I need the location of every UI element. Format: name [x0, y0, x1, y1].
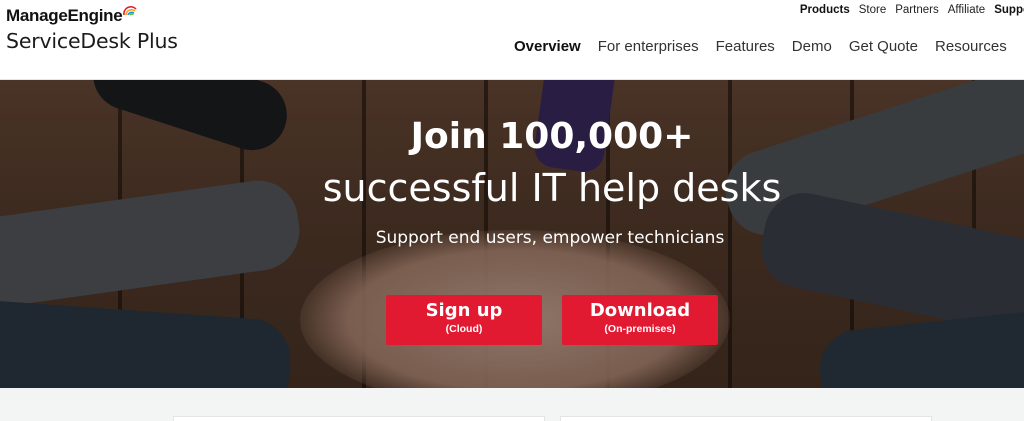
signup-label: Sign up: [425, 300, 503, 321]
main-nav: Overview For enterprises Features Demo G…: [514, 38, 1024, 55]
nav-for-enterprises[interactable]: For enterprises: [598, 38, 699, 55]
manageengine-logo[interactable]: ManageEngine ServiceDesk Plus: [6, 3, 178, 53]
nav-get-quote[interactable]: Get Quote: [849, 38, 918, 55]
download-sublabel: (On-premises): [604, 323, 676, 335]
nav-demo[interactable]: Demo: [792, 38, 832, 55]
download-on-premises-button[interactable]: Download (On-premises): [562, 295, 718, 345]
hero-title-line2: successful IT help desks: [322, 166, 782, 210]
content-section: [0, 388, 1024, 421]
nav-features[interactable]: Features: [716, 38, 775, 55]
download-label: Download: [589, 300, 691, 321]
feature-card: [173, 416, 545, 421]
top-utility-nav: Products Store Partners Affiliate Suppo: [800, 4, 1024, 16]
hero-banner: Join 100,000+ successful IT help desks S…: [0, 80, 1024, 388]
signup-sublabel: (Cloud): [445, 323, 483, 335]
signup-cloud-button[interactable]: Sign up (Cloud): [386, 295, 542, 345]
topnav-partners[interactable]: Partners: [895, 4, 938, 16]
feature-card: [560, 416, 932, 421]
site-header: ManageEngine ServiceDesk Plus Products S…: [0, 0, 1024, 80]
topnav-support[interactable]: Suppo: [994, 4, 1024, 16]
hero-title: Join 100,000+: [410, 116, 694, 157]
nav-overview[interactable]: Overview: [514, 38, 581, 55]
product-name: ServiceDesk Plus: [6, 29, 178, 53]
nav-resources[interactable]: Resources: [935, 38, 1007, 55]
hero-content: Join 100,000+ successful IT help desks S…: [0, 80, 1024, 388]
logo-arc-icon: [122, 3, 138, 17]
hero-subtitle: Support end users, empower technicians: [375, 228, 725, 248]
company-name: ManageEngine: [6, 6, 123, 25]
topnav-products[interactable]: Products: [800, 4, 850, 16]
topnav-store[interactable]: Store: [859, 4, 887, 16]
topnav-affiliate[interactable]: Affiliate: [948, 4, 986, 16]
